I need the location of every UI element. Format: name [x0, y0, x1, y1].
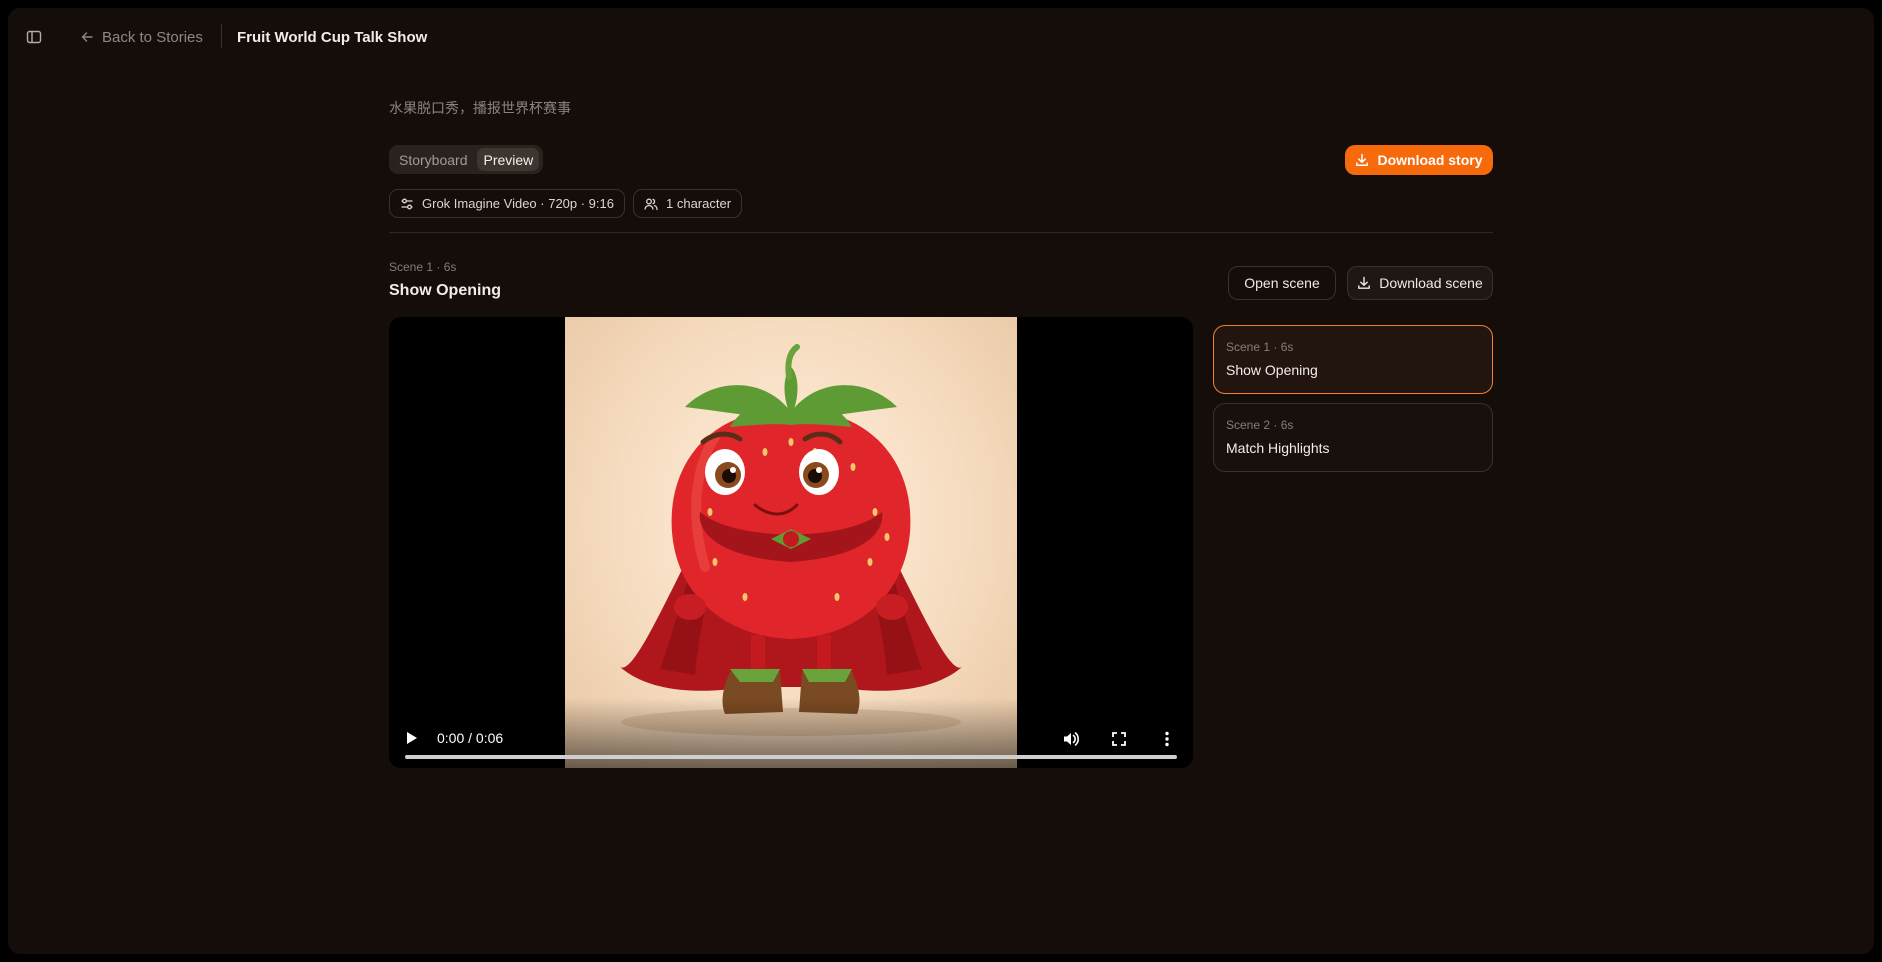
fullscreen-button[interactable]	[1109, 729, 1129, 749]
current-scene-meta: Scene 1 · 6s	[389, 260, 457, 274]
model-settings-chip[interactable]: Grok Imagine Video · 720p · 9:16	[389, 189, 625, 218]
download-story-button[interactable]: Download story	[1345, 145, 1493, 175]
story-subtitle: 水果脱口秀，播报世界杯赛事	[389, 100, 571, 116]
story-title: Fruit World Cup Talk Show	[237, 28, 428, 46]
volume-icon	[1064, 732, 1080, 746]
fullscreen-icon	[1112, 732, 1126, 746]
users-icon	[644, 198, 658, 210]
back-to-stories-link[interactable]: Back to Stories	[80, 26, 203, 48]
video-controls: 0:00 / 0:06	[389, 698, 1193, 768]
section-divider	[389, 232, 1493, 233]
play-icon	[407, 732, 417, 744]
scene-card-title: Show Opening	[1226, 362, 1318, 378]
characters-chip[interactable]: 1 character	[633, 189, 743, 218]
download-scene-label: Download scene	[1379, 275, 1483, 291]
characters-chip-label: 1 character	[666, 196, 732, 211]
volume-button[interactable]	[1061, 729, 1081, 749]
more-options-button[interactable]	[1157, 729, 1177, 749]
more-vertical-icon	[1165, 731, 1169, 747]
download-icon	[1356, 153, 1369, 166]
tab-storyboard[interactable]: Storyboard	[393, 148, 473, 171]
story-settings-chips: Grok Imagine Video · 720p · 9:16 1 chara…	[389, 189, 743, 218]
sliders-icon	[401, 198, 413, 209]
back-link-label: Back to Stories	[102, 28, 203, 46]
arrow-left-icon	[81, 32, 93, 42]
download-scene-button[interactable]: Download scene	[1347, 266, 1493, 300]
scene-card-title: Match Highlights	[1226, 440, 1330, 456]
video-time: 0:00 / 0:06	[437, 730, 504, 746]
model-chip-label: Grok Imagine Video · 720p · 9:16	[422, 196, 614, 211]
download-story-label: Download story	[1377, 152, 1483, 168]
sidebar-toggle-button[interactable]	[24, 27, 44, 47]
play-button[interactable]	[403, 729, 421, 747]
video-player[interactable]: 0:00 / 0:06	[389, 317, 1193, 768]
top-bar: Back to Stories Fruit World Cup Talk Sho…	[8, 8, 1874, 64]
scene-card-2[interactable]: Scene 2 · 6s Match Highlights	[1213, 403, 1493, 472]
tab-preview[interactable]: Preview	[477, 148, 540, 171]
view-mode-toggle: Storyboard Preview	[389, 145, 544, 174]
scene-card-1[interactable]: Scene 1 · 6s Show Opening	[1213, 325, 1493, 394]
current-scene-title: Show Opening	[389, 282, 501, 299]
download-icon	[1358, 276, 1371, 289]
app-window: Back to Stories Fruit World Cup Talk Sho…	[8, 8, 1874, 954]
sidebar-toggle-icon	[26, 30, 42, 44]
open-scene-button[interactable]: Open scene	[1228, 266, 1336, 300]
scene-card-meta: Scene 1 · 6s	[1226, 340, 1294, 354]
header-divider	[221, 24, 222, 48]
video-progress-bar[interactable]	[405, 755, 1177, 759]
scene-card-meta: Scene 2 · 6s	[1226, 418, 1294, 432]
